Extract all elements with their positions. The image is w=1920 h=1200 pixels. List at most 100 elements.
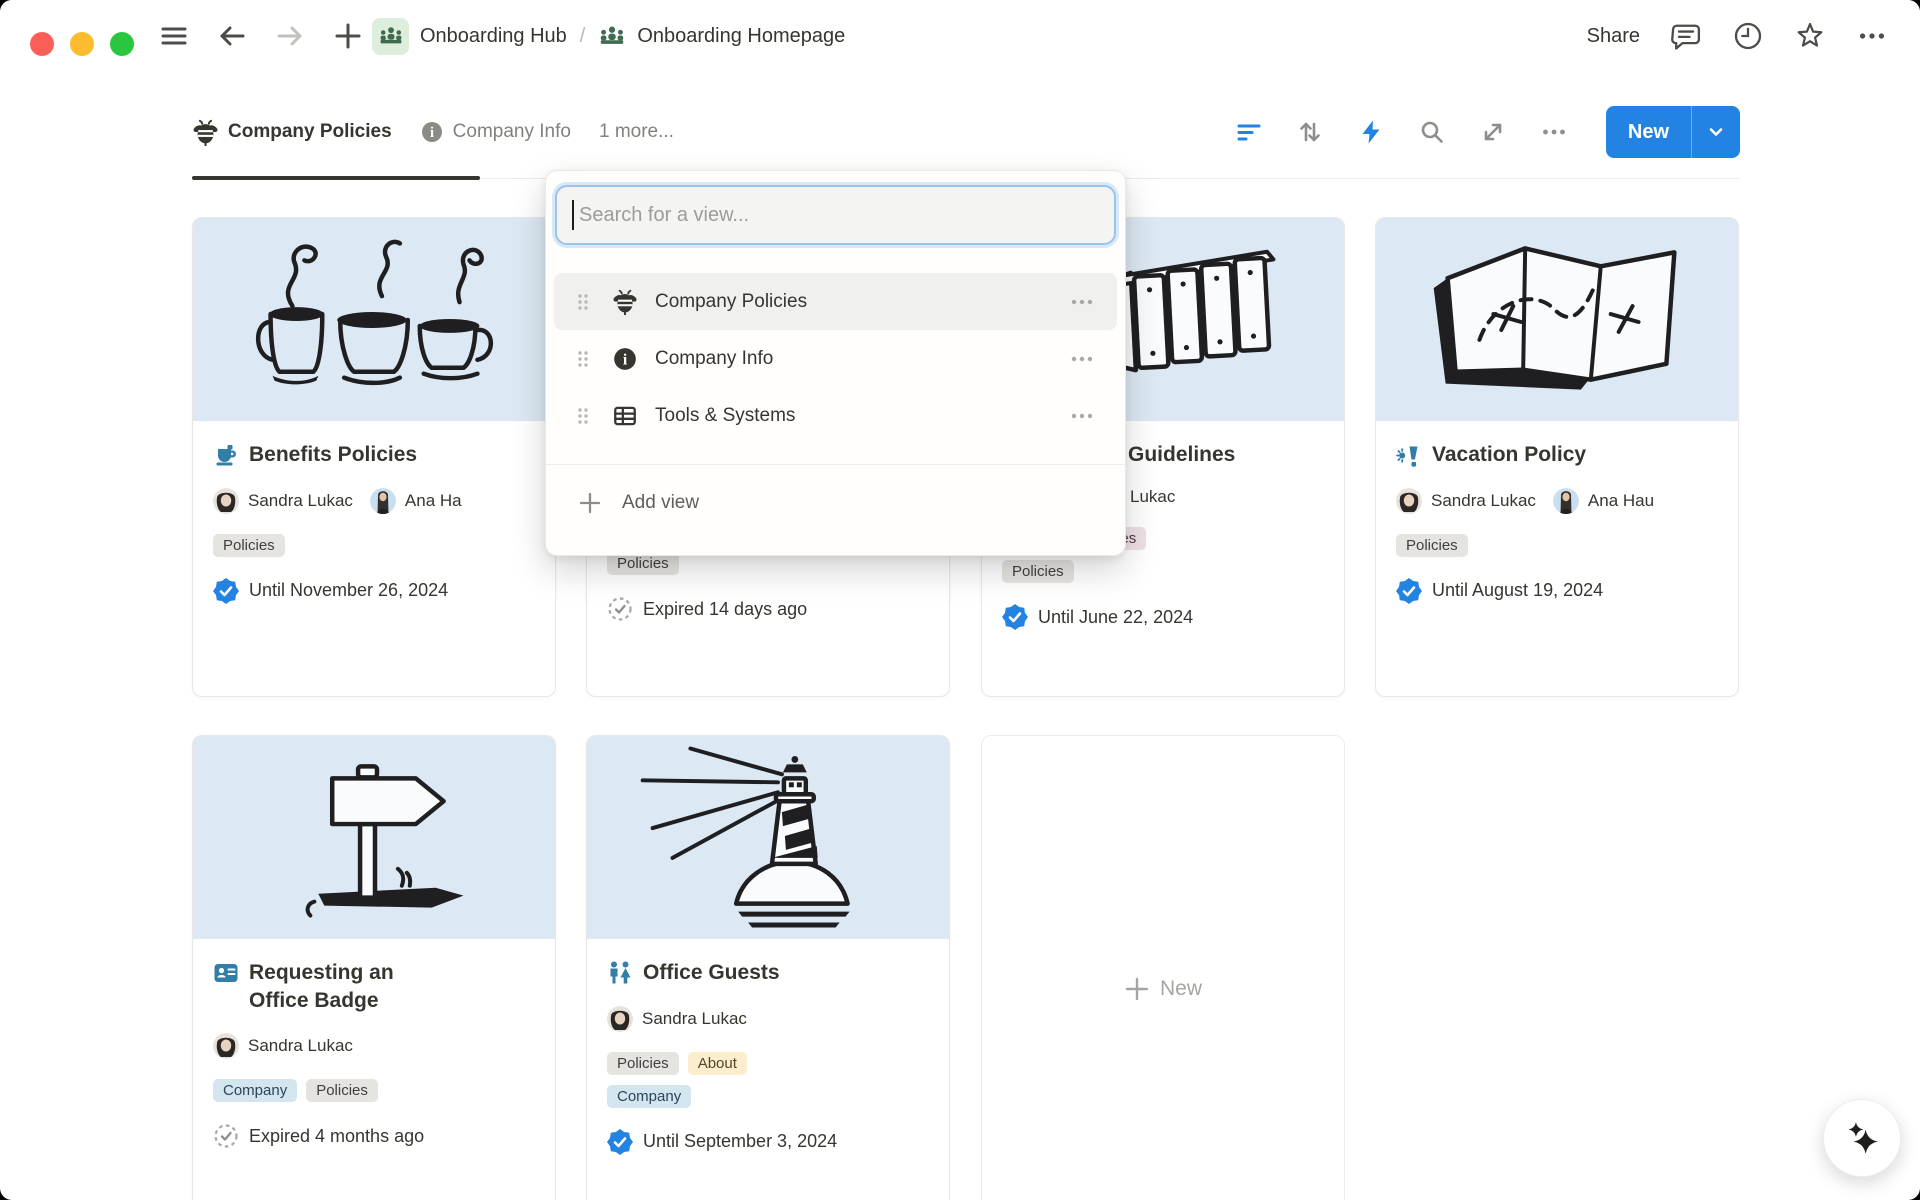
card-status: Expired 14 days ago <box>607 596 929 622</box>
view-item-more-button[interactable] <box>1069 346 1095 372</box>
card-cover <box>193 736 555 939</box>
view-item-label: Company Info <box>655 348 1069 370</box>
star-icon <box>1794 18 1826 54</box>
titlebar: Onboarding Hub / Onboarding Homepage Sha… <box>0 0 1920 72</box>
zoom-window-button[interactable] <box>110 32 134 56</box>
sort-button[interactable] <box>1297 119 1323 145</box>
share-button[interactable]: Share <box>1587 25 1640 48</box>
close-window-button[interactable] <box>30 32 54 56</box>
new-record-dropdown-button[interactable] <box>1692 106 1740 158</box>
expired-check-icon <box>607 596 633 622</box>
search-view-button[interactable] <box>1419 119 1445 145</box>
new-record-split-button: New <box>1606 106 1740 158</box>
sort-arrows-icon <box>1297 119 1323 145</box>
new-card-label: New <box>1160 977 1202 1001</box>
card-title-row: Vacation Policy <box>1396 441 1718 469</box>
forward-arrow-icon <box>275 21 305 51</box>
view-options-button[interactable] <box>1541 119 1567 145</box>
page-history-button[interactable] <box>1732 20 1764 52</box>
view-toolbar: Company Policies i Company Info 1 more..… <box>192 96 1740 168</box>
view-item-company-policies[interactable]: Company Policies <box>554 273 1117 330</box>
onboarding-hub-icon[interactable] <box>372 18 409 55</box>
card-cover <box>1376 218 1738 421</box>
breadcrumb-page-label[interactable]: Onboarding Homepage <box>637 25 845 48</box>
sun-exclamation-icon <box>1396 442 1422 468</box>
card-title: Vacation Policy <box>1432 441 1586 469</box>
new-card-button[interactable]: New <box>981 735 1345 1200</box>
lighthouse-illustration <box>587 736 949 939</box>
card-people: Sandra Lukac <box>607 1006 929 1032</box>
verified-badge-icon <box>1002 604 1028 630</box>
hamburger-icon <box>159 21 189 51</box>
sidebar-menu-button[interactable] <box>158 20 190 52</box>
views-dropdown: Company Policies i Company Info Tools & … <box>545 170 1126 556</box>
new-record-button[interactable]: New <box>1606 106 1691 158</box>
favorite-button[interactable] <box>1794 20 1826 52</box>
view-item-label: Company Policies <box>655 291 1069 313</box>
forward-button[interactable] <box>274 20 306 52</box>
comments-button[interactable] <box>1670 20 1702 52</box>
card-tags: Policies <box>213 534 535 557</box>
drag-handle-icon[interactable] <box>576 348 590 370</box>
add-view-button[interactable]: Add view <box>554 479 1117 527</box>
view-item-more-button[interactable] <box>1069 403 1095 429</box>
person-name: Ana Hau <box>1588 491 1654 511</box>
clock-icon <box>1732 18 1764 54</box>
filter-icon <box>1236 119 1262 145</box>
automations-button[interactable] <box>1358 119 1384 145</box>
expand-view-button[interactable] <box>1480 119 1506 145</box>
avatar <box>370 488 396 514</box>
plus-icon <box>578 491 602 515</box>
active-tab-underline <box>192 176 480 180</box>
breadcrumb: Onboarding Hub / Onboarding Homepage <box>372 0 845 72</box>
more-views-button[interactable]: 1 more... <box>599 121 674 143</box>
tab-company-policies[interactable]: Company Policies <box>192 119 392 146</box>
back-button[interactable] <box>216 20 248 52</box>
card-people: Sandra Lukac <box>213 1033 535 1059</box>
minimize-window-button[interactable] <box>70 32 94 56</box>
drag-handle-icon[interactable] <box>576 291 590 313</box>
drag-handle-icon[interactable] <box>576 405 590 427</box>
back-arrow-icon <box>217 21 247 51</box>
treasure-map-illustration <box>1376 218 1738 421</box>
tab-company-info[interactable]: i Company Info <box>420 120 571 144</box>
card-benefits-policies[interactable]: Benefits Policies Sandra Lukac Ana Ha Po… <box>192 217 556 697</box>
person-name: Sandra Lukac <box>248 1036 353 1056</box>
ai-assistant-button[interactable] <box>1823 1099 1901 1177</box>
filter-button[interactable] <box>1236 119 1262 145</box>
status-text: Until November 26, 2024 <box>249 580 448 601</box>
breadcrumb-hub-label[interactable]: Onboarding Hub <box>420 25 567 48</box>
avatar <box>1553 488 1579 514</box>
card-people: Sandra Lukac Ana Ha <box>213 488 535 514</box>
view-search-input[interactable] <box>557 187 1114 243</box>
person-name: Sandra Lukac <box>1431 491 1536 511</box>
view-item-more-button[interactable] <box>1069 289 1095 315</box>
card-title-row: Office Guests <box>607 959 929 987</box>
ellipsis-icon <box>1069 403 1095 429</box>
card-status: Until November 26, 2024 <box>213 578 535 604</box>
card-vacation-policy[interactable]: Vacation Policy Sandra Lukac Ana Hau Pol… <box>1375 217 1739 697</box>
card-office-guests[interactable]: Office Guests Sandra Lukac Policies Abou… <box>586 735 950 1200</box>
ellipsis-icon <box>1069 289 1095 315</box>
card-status: Until June 22, 2024 <box>1002 604 1324 630</box>
card-people: Sandra Lukac Ana Hau <box>1396 488 1718 514</box>
card-title: Requesting an Office Badge <box>249 959 425 1014</box>
bee-icon <box>192 119 219 146</box>
card-office-badge[interactable]: Requesting an Office Badge Sandra Lukac … <box>192 735 556 1200</box>
view-item-company-info[interactable]: i Company Info <box>554 330 1117 387</box>
avatar <box>607 1006 633 1032</box>
new-page-button[interactable] <box>332 20 364 52</box>
view-item-tools-systems[interactable]: Tools & Systems <box>554 387 1117 444</box>
info-icon: i <box>612 346 638 372</box>
sparkles-icon <box>1845 1121 1879 1155</box>
search-icon <box>1419 119 1445 145</box>
two-people-icon <box>607 960 633 986</box>
card-tags: Policies <box>1396 534 1718 557</box>
view-search-field[interactable] <box>555 185 1116 245</box>
card-cover <box>587 736 949 939</box>
page-more-button[interactable] <box>1856 20 1888 52</box>
dropdown-divider <box>546 464 1125 465</box>
plus-icon <box>1124 976 1150 1002</box>
tag-chip: Policies <box>306 1079 378 1102</box>
card-title: Benefits Policies <box>249 441 417 469</box>
